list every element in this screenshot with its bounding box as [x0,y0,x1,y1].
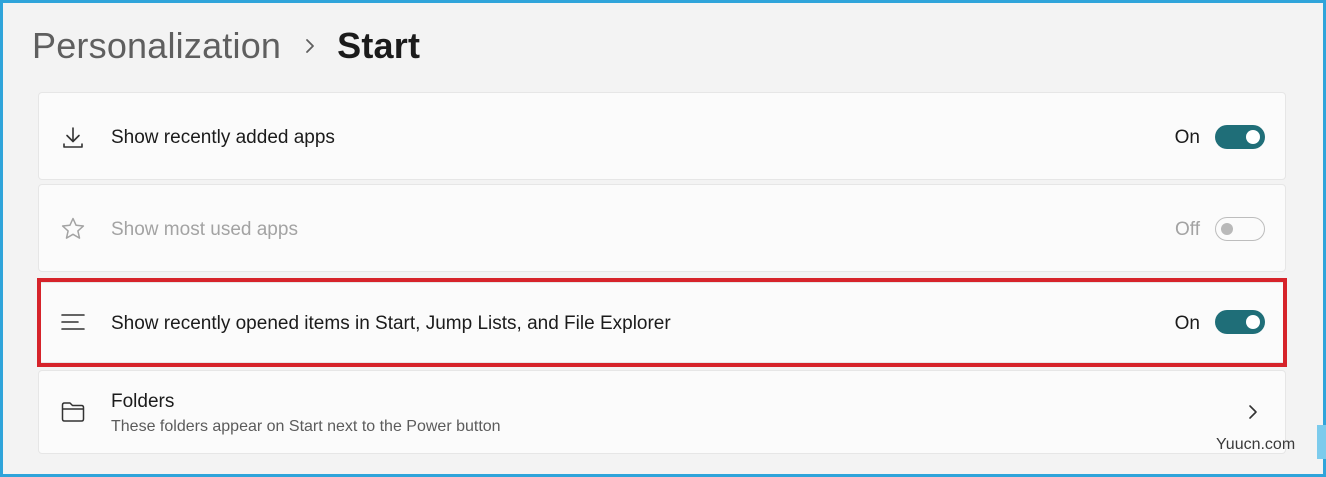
download-icon [63,127,83,148]
toggle-state-text: Off [1175,219,1200,240]
setting-label: Show recently opened items in Start, Jum… [111,313,671,334]
watermark-text: Yuucn.com [1216,436,1296,453]
page-title: Start [337,25,421,66]
chevron-right-icon [1249,405,1257,419]
recently-opened-items-toggle[interactable] [1215,310,1265,334]
toggle-knob [1221,223,1233,235]
setting-label: Show most used apps [111,219,298,240]
folders-description: These folders appear on Start next to th… [111,418,501,435]
chevron-right-icon [306,39,315,53]
toggle-state-text: On [1174,313,1200,334]
setting-recently-opened-items: Show recently opened items in Start, Jum… [38,282,1286,363]
toggle-state-text: On [1174,127,1200,148]
recently-added-apps-toggle[interactable] [1215,125,1265,149]
toggle-knob [1246,315,1260,329]
star-icon [61,217,85,239]
most-used-apps-toggle[interactable] [1215,217,1265,241]
folders-title: Folders [111,391,175,412]
toggle-knob [1246,130,1260,144]
setting-recently-added-apps: Show recently added apps On [38,92,1286,180]
folder-icon [61,402,85,422]
folders-setting[interactable]: Folders These folders appear on Start ne… [38,370,1286,454]
setting-label: Show recently added apps [111,127,335,148]
list-icon [61,314,85,330]
breadcrumb-parent-link[interactable]: Personalization [32,25,281,67]
breadcrumb: Personalization Start [32,22,420,70]
setting-most-used-apps: Show most used apps Off [38,184,1286,272]
scrollbar-thumb[interactable] [1317,425,1326,459]
